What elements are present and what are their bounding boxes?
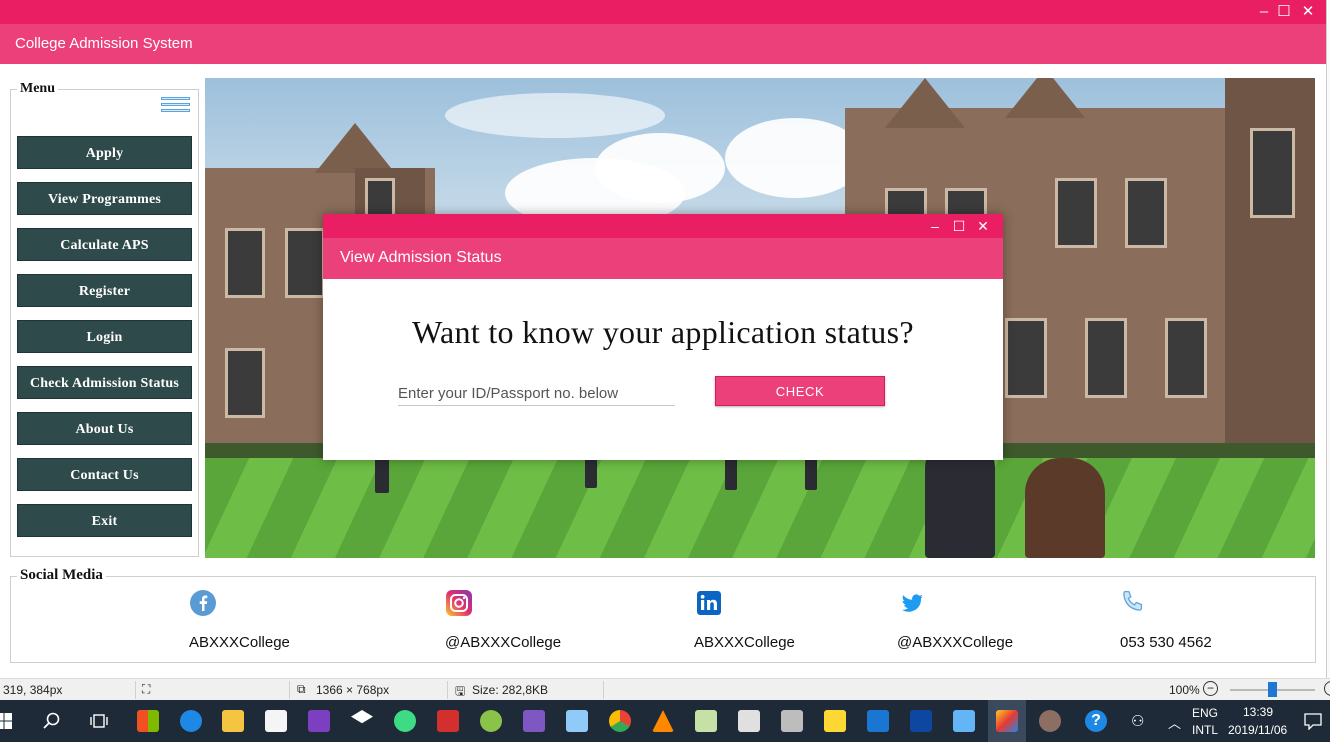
- check-admission-status-button[interactable]: Check Admission Status: [17, 366, 192, 399]
- dialog-close-button[interactable]: ✕: [973, 215, 993, 237]
- settings-app-icon[interactable]: [738, 710, 760, 732]
- zoom-in-button[interactable]: [1324, 681, 1330, 696]
- viewer-status-bar: 319, 384px ⛶ ⧉ 1366 × 768px 🖫 Size: 282,…: [0, 678, 1330, 700]
- virtualbox-icon[interactable]: [566, 710, 588, 732]
- contact-us-button[interactable]: Contact Us: [17, 458, 192, 491]
- dialog-heading: Want to know your application status?: [412, 314, 914, 350]
- social-media-legend: Social Media: [17, 567, 106, 584]
- zoom-slider-thumb[interactable]: [1268, 682, 1277, 697]
- amazon-icon[interactable]: [265, 710, 287, 732]
- about-us-button[interactable]: About Us: [17, 412, 192, 445]
- language-bottom[interactable]: INTL: [1192, 723, 1218, 737]
- help-icon[interactable]: ?: [1085, 710, 1107, 732]
- tray-chevron-up-icon[interactable]: ︿: [1168, 713, 1181, 732]
- zoom-out-button[interactable]: −: [1203, 681, 1218, 696]
- visual-studio-icon[interactable]: [308, 710, 330, 732]
- minimize-button[interactable]: –: [1253, 2, 1275, 22]
- instagram-icon[interactable]: [445, 589, 473, 617]
- instagram-handle[interactable]: @ABXXXCollege: [445, 634, 561, 651]
- dialog-minimize-button[interactable]: –: [925, 215, 945, 237]
- maximize-button[interactable]: ☐: [1273, 2, 1295, 22]
- app-header: College Admission System: [0, 24, 1326, 64]
- facebook-icon[interactable]: [189, 589, 217, 617]
- active-app-highlight[interactable]: [988, 700, 1026, 742]
- app-title: College Admission System: [15, 35, 193, 52]
- facebook-handle[interactable]: ABXXXCollege: [189, 634, 290, 651]
- admission-status-dialog: – ☐ ✕ View Admission Status Want to know…: [323, 214, 1003, 460]
- login-button[interactable]: Login: [17, 320, 192, 353]
- dialog-maximize-button[interactable]: ☐: [949, 215, 969, 237]
- dialog-title: View Admission Status: [340, 249, 502, 266]
- exit-button[interactable]: Exit: [17, 504, 192, 537]
- screen: – ☐ ✕ College Admission System Menu Appl…: [0, 0, 1330, 742]
- menu-legend: Menu: [17, 81, 58, 97]
- windows-taskbar: ? ⚇ ︿ ENG INTL 13:39 2019/11/06: [0, 700, 1330, 742]
- file-explorer-icon[interactable]: [222, 710, 244, 732]
- notifications-icon[interactable]: [1304, 712, 1322, 730]
- phone-number: 053 530 4562: [1120, 634, 1212, 651]
- hamburger-menu-icon[interactable]: [161, 97, 191, 119]
- store-icon[interactable]: [137, 710, 159, 732]
- twitter-handle[interactable]: @ABXXXCollege: [897, 634, 1013, 651]
- close-button[interactable]: ✕: [1297, 2, 1319, 22]
- clock-time[interactable]: 13:39: [1243, 705, 1273, 719]
- zoom-level: 100%: [1169, 683, 1200, 697]
- clock-date[interactable]: 2019/11/06: [1228, 723, 1287, 737]
- edge-icon[interactable]: [180, 710, 202, 732]
- android-studio-icon[interactable]: [394, 710, 416, 732]
- view-programmes-button[interactable]: View Programmes: [17, 182, 192, 215]
- search-icon[interactable]: [43, 712, 61, 730]
- dropbox-icon[interactable]: [351, 710, 373, 724]
- check-button[interactable]: CHECK: [715, 376, 885, 406]
- image-size-icon: ⧉: [297, 682, 306, 696]
- image-dimensions: 1366 × 768px: [316, 683, 390, 697]
- vlc-icon[interactable]: [652, 710, 674, 732]
- sql-server-icon[interactable]: [910, 710, 932, 732]
- id-passport-input[interactable]: [398, 382, 675, 406]
- dialog-header: View Admission Status: [323, 238, 1003, 279]
- app-icon-light-blue[interactable]: [953, 710, 975, 732]
- calculate-aps-button[interactable]: Calculate APS: [17, 228, 192, 261]
- linkedin-handle[interactable]: ABXXXCollege: [694, 634, 795, 651]
- window-edge-scrollbar[interactable]: [1326, 0, 1330, 700]
- database-icon[interactable]: [824, 710, 846, 732]
- people-icon[interactable]: ⚇: [1131, 712, 1144, 730]
- chrome-icon[interactable]: [609, 710, 631, 732]
- phone-icon[interactable]: [1119, 588, 1147, 616]
- azure-icon[interactable]: [781, 710, 803, 732]
- image-viewer-icon: [996, 710, 1018, 732]
- app-icon-blue[interactable]: [867, 710, 889, 732]
- snipping-tool-icon[interactable]: [437, 710, 459, 732]
- paint-icon[interactable]: [1039, 710, 1061, 732]
- visual-studio-code-icon[interactable]: [523, 710, 545, 732]
- task-view-icon[interactable]: [90, 713, 108, 729]
- register-button[interactable]: Register: [17, 274, 192, 307]
- selection-icon: ⛶: [142, 682, 151, 696]
- windows-start-icon[interactable]: [0, 713, 12, 729]
- notepad-icon[interactable]: [695, 710, 717, 732]
- cursor-position: 319, 384px: [3, 683, 63, 697]
- window-titlebar: – ☐ ✕: [0, 0, 1326, 24]
- file-size: Size: 282,8KB: [472, 683, 549, 697]
- dialog-titlebar: – ☐ ✕: [323, 214, 1003, 238]
- apply-button[interactable]: Apply: [17, 136, 192, 169]
- twitter-icon[interactable]: [898, 589, 926, 617]
- language-top[interactable]: ENG: [1192, 706, 1218, 720]
- app-icon-green[interactable]: [480, 710, 502, 732]
- linkedin-icon[interactable]: [697, 591, 721, 615]
